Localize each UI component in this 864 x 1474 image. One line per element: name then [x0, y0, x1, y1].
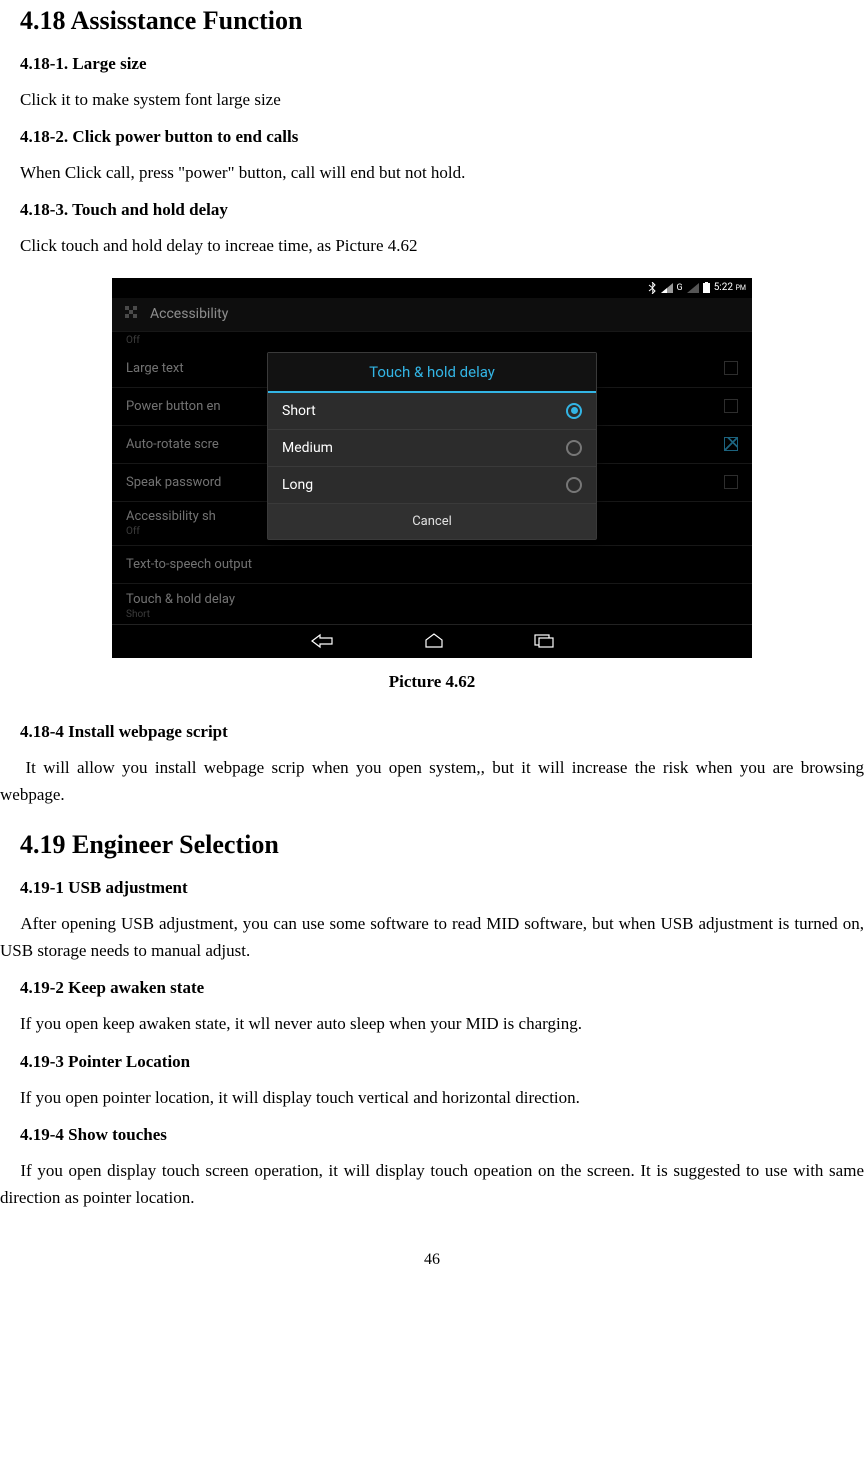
subheading-419-2: 4.19-2 Keep awaken state	[20, 978, 844, 998]
radio-icon[interactable]	[566, 477, 582, 493]
back-icon[interactable]	[310, 633, 334, 649]
signal-2-icon	[687, 283, 699, 293]
para-419-2: If you open keep awaken state, it wll ne…	[20, 1010, 844, 1037]
dialog-title: Touch & hold delay	[268, 353, 596, 393]
para-418-2: When Click call, press "power" button, c…	[20, 159, 844, 186]
heading-418: 4.18 Assisstance Function	[20, 6, 844, 36]
option-long[interactable]: Long	[268, 467, 596, 504]
bluetooth-icon	[647, 282, 657, 294]
para-418-1: Click it to make system font large size	[20, 86, 844, 113]
para-419-4: If you open display touch screen operati…	[0, 1157, 864, 1211]
para-419-1: After opening USB adjustment, you can us…	[0, 910, 864, 964]
g-indicator: G	[677, 283, 683, 293]
recent-icon[interactable]	[534, 634, 554, 648]
cancel-button[interactable]: Cancel	[268, 504, 596, 539]
clock-time: 5:22 PM	[714, 282, 746, 293]
option-medium[interactable]: Medium	[268, 430, 596, 467]
home-icon[interactable]	[424, 633, 444, 649]
subheading-418-4: 4.18-4 Install webpage script	[20, 722, 844, 742]
radio-icon[interactable]	[566, 440, 582, 456]
figure-caption: Picture 4.62	[0, 672, 864, 692]
page-number: 46	[0, 1251, 864, 1269]
para-418-4: It will allow you install webpage scrip …	[0, 754, 864, 808]
subheading-419-4: 4.19-4 Show touches	[20, 1125, 844, 1145]
subheading-418-2: 4.18-2. Click power button to end calls	[20, 127, 844, 147]
subheading-418-1: 4.18-1. Large size	[20, 54, 844, 74]
option-medium-label: Medium	[282, 440, 333, 456]
android-screenshot: G 5:22 PM Accessibility Off Large text	[112, 278, 752, 658]
figure-462: G 5:22 PM Accessibility Off Large text	[0, 278, 864, 658]
option-short-label: Short	[282, 403, 316, 419]
status-bar: G 5:22 PM	[112, 278, 752, 298]
dialog-overlay: Touch & hold delay Short Medium Long Can…	[112, 298, 752, 658]
navigation-bar	[112, 624, 752, 658]
subheading-419-1: 4.19-1 USB adjustment	[20, 878, 844, 898]
option-long-label: Long	[282, 477, 313, 493]
para-418-3: Click touch and hold delay to increae ti…	[20, 232, 844, 259]
option-short[interactable]: Short	[268, 393, 596, 430]
subheading-419-3: 4.19-3 Pointer Location	[20, 1052, 844, 1072]
radio-selected-icon[interactable]	[566, 403, 582, 419]
battery-icon	[703, 282, 710, 293]
subheading-418-3: 4.18-3. Touch and hold delay	[20, 200, 844, 220]
para-419-3: If you open pointer location, it will di…	[20, 1084, 844, 1111]
touch-hold-dialog: Touch & hold delay Short Medium Long Can…	[267, 352, 597, 540]
heading-419: 4.19 Engineer Selection	[20, 830, 844, 860]
signal-icon	[661, 283, 673, 293]
